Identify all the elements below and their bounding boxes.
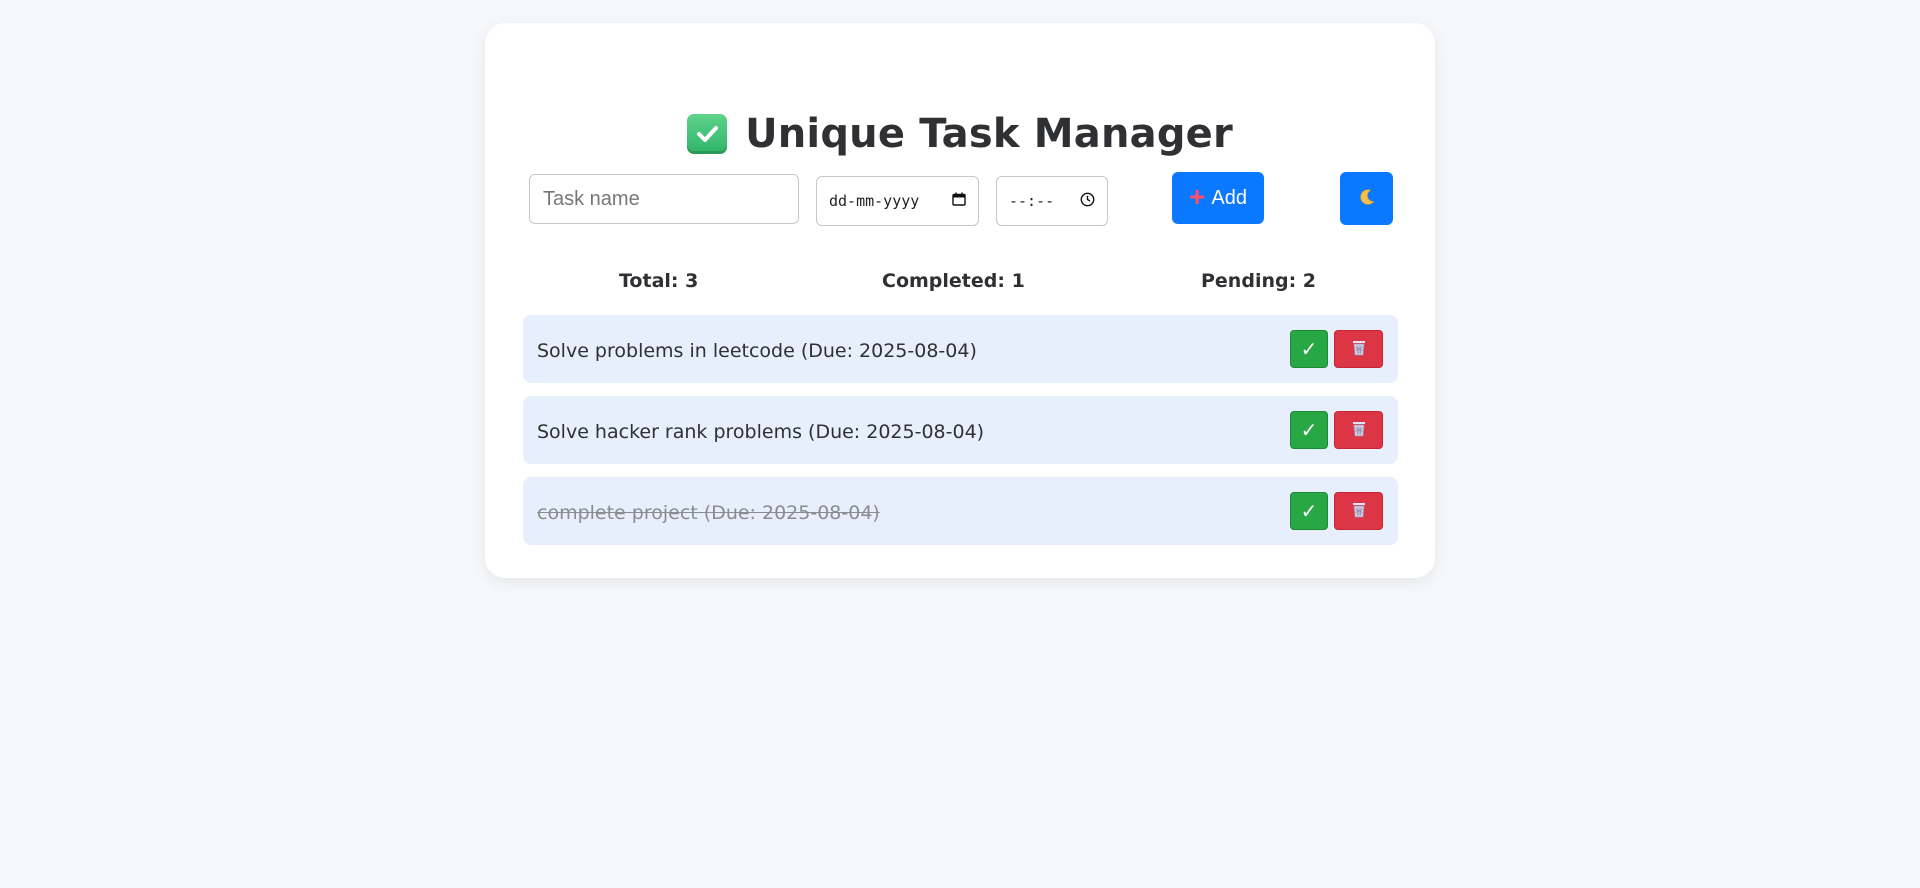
due-date-placeholder: dd-mm-yyyy [829,192,920,210]
task-text: Solve problems in leetcode (Due: 2025-08… [537,340,977,362]
theme-toggle-button[interactable] [1340,172,1393,225]
plus-icon: + [1189,181,1206,212]
task-item: Solve problems in leetcode (Due: 2025-08… [523,315,1398,383]
check-icon: ✓ [1300,499,1318,523]
clock-icon[interactable] [1080,192,1095,211]
check-icon: ✓ [1300,337,1318,361]
due-date-input[interactable]: dd-mm-yyyy [816,176,979,226]
header: Unique Task Manager [485,111,1435,157]
add-button-label: Add [1211,186,1247,209]
task-item: complete project (Due: 2025-08-04) ✓ [523,477,1398,545]
trash-icon [1351,339,1367,360]
page-title: Unique Task Manager [745,111,1233,157]
delete-task-button[interactable] [1334,411,1383,449]
add-task-button[interactable]: + Add [1172,172,1264,224]
task-manager-card: Unique Task Manager dd-mm-yyyy --:-- [485,23,1435,578]
task-list: Solve problems in leetcode (Due: 2025-08… [523,315,1398,558]
trash-icon [1351,420,1367,441]
complete-task-button[interactable]: ✓ [1290,492,1328,530]
stat-completed: Completed: 1 [882,270,1025,292]
check-box-icon [687,114,728,154]
task-form: dd-mm-yyyy --:-- + Add [529,172,1393,226]
complete-task-button[interactable]: ✓ [1290,330,1328,368]
moon-icon [1357,187,1377,211]
task-item: Solve hacker rank problems (Due: 2025-08… [523,396,1398,464]
task-name-input[interactable] [529,174,799,224]
due-time-placeholder: --:-- [1009,192,1055,210]
delete-task-button[interactable] [1334,330,1383,368]
stat-pending: Pending: 2 [1201,270,1317,292]
trash-icon [1351,501,1367,522]
delete-task-button[interactable] [1334,492,1383,530]
task-text: complete project (Due: 2025-08-04) [537,502,880,524]
calendar-icon[interactable] [952,192,966,210]
task-text: Solve hacker rank problems (Due: 2025-08… [537,421,985,443]
due-time-input[interactable]: --:-- [996,176,1108,226]
complete-task-button[interactable]: ✓ [1290,411,1328,449]
stat-total: Total: 3 [619,270,699,292]
task-stats: Total: 3 Completed: 1 Pending: 2 [485,270,1435,296]
check-icon: ✓ [1300,418,1318,442]
